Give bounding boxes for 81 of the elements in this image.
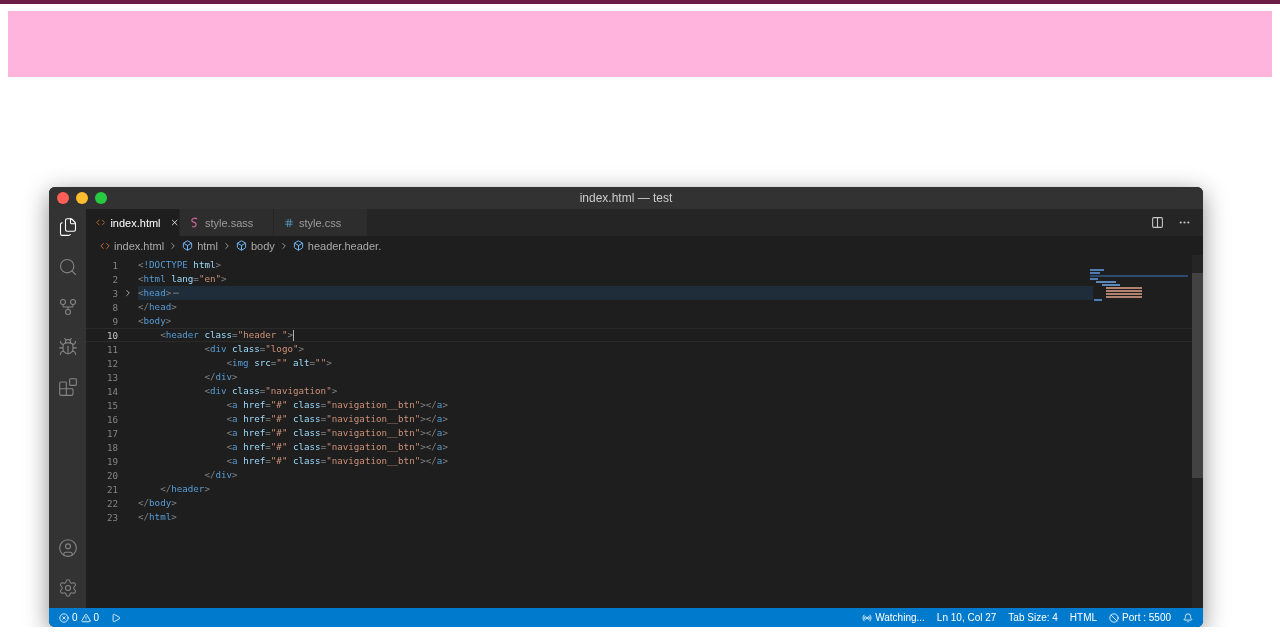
- fold-chevron-icon[interactable]: [123, 288, 133, 298]
- line-number: 23: [105, 511, 118, 523]
- error-icon: [59, 612, 69, 623]
- line-number: 1: [111, 259, 118, 271]
- code-line: <header class="header ">: [159, 329, 294, 340]
- line-number: 10: [105, 329, 118, 341]
- line-number: 2: [111, 273, 118, 285]
- status-item[interactable]: Ln 10, Col 27: [936, 612, 997, 623]
- line-number: 22: [105, 497, 118, 509]
- editor-tab[interactable]: index.html: [86, 209, 180, 236]
- fold-ellipsis-icon[interactable]: ⋯: [173, 287, 179, 298]
- code-line: <a href="#" class="navigation__btn"></a>: [225, 441, 448, 452]
- extensions-icon[interactable]: [57, 377, 78, 397]
- code-icon: [96, 217, 106, 228]
- close-icon[interactable]: [169, 217, 179, 228]
- search-icon[interactable]: [57, 257, 78, 277]
- code-line: <html lang="en">: [138, 273, 227, 284]
- line-number: 16: [105, 413, 118, 425]
- code-line: <img src="" alt="">: [225, 357, 332, 368]
- settings-icon[interactable]: [57, 578, 78, 598]
- line-number: 9: [111, 315, 118, 327]
- code-line: </head>: [138, 301, 177, 312]
- code-line: <div class="logo">: [203, 343, 305, 354]
- code-line: </div>: [203, 371, 238, 382]
- code-line: </html>: [138, 511, 177, 522]
- antenna-icon: [862, 612, 873, 623]
- account-icon[interactable]: [57, 538, 78, 558]
- code-line: </header>: [159, 483, 210, 494]
- play-icon[interactable]: [111, 612, 122, 623]
- line-number: 12: [105, 357, 118, 369]
- cube-icon: [235, 240, 247, 251]
- minimize-window-button[interactable]: [76, 192, 88, 204]
- zoom-window-button[interactable]: [95, 192, 107, 204]
- code-icon: [100, 240, 110, 251]
- notifications-icon[interactable]: [1183, 612, 1193, 623]
- window-title: index.html — test: [579, 191, 673, 205]
- line-number: 17: [105, 427, 118, 439]
- line-number: 3: [111, 287, 118, 299]
- minimap-drawing[interactable]: [1090, 269, 1190, 303]
- code-line: <a href="#" class="navigation__btn"></a>: [225, 399, 448, 410]
- breadcrumb-item[interactable]: header.header.: [307, 239, 382, 252]
- line-number: 19: [105, 455, 118, 467]
- problems-indicator[interactable]: 0 0: [59, 612, 100, 623]
- line-number: 13: [105, 371, 118, 383]
- code-line: <div class="navigation">: [203, 385, 338, 396]
- code-line: <body>: [138, 315, 172, 326]
- code-line: <a href="#" class="navigation__btn"></a>: [225, 455, 448, 466]
- line-number: 21: [105, 483, 118, 495]
- split-editor-icon[interactable]: [1151, 216, 1164, 229]
- close-window-button[interactable]: [57, 192, 69, 204]
- breadcrumb-item[interactable]: body: [250, 239, 275, 252]
- cube-icon: [292, 240, 304, 251]
- bug-icon[interactable]: [57, 337, 78, 357]
- line-number: 8: [111, 301, 118, 313]
- status-item[interactable]: Tab Size: 4: [1008, 612, 1058, 623]
- hash-icon: [284, 217, 294, 228]
- port-status[interactable]: Port : 5500: [1109, 612, 1171, 623]
- code-line: <a href="#" class="navigation__btn"></a>: [225, 413, 448, 424]
- line-number: 15: [105, 399, 118, 411]
- cube-icon: [182, 240, 194, 251]
- code-line: <!DOCTYPE html>: [138, 259, 222, 270]
- watching-status[interactable]: Watching...: [862, 612, 925, 623]
- sass-icon: [190, 217, 200, 228]
- line-number: 14: [105, 385, 118, 397]
- breadcrumb-item[interactable]: index.html: [114, 239, 165, 252]
- code-line: <head>: [138, 287, 172, 298]
- blocked-icon: [1109, 612, 1120, 623]
- code-line: </body>: [138, 497, 177, 508]
- editor-tab[interactable]: style.css: [274, 209, 368, 236]
- warning-icon: [80, 612, 91, 623]
- status-item[interactable]: HTML: [1069, 612, 1098, 623]
- breadcrumb-item[interactable]: html: [197, 239, 218, 252]
- scrollbar-thumb[interactable]: [1192, 273, 1203, 478]
- line-number: 18: [105, 441, 118, 453]
- code-line: <a href="#" class="navigation__btn"></a>: [225, 427, 448, 438]
- line-number: 20: [105, 469, 118, 481]
- source-control-icon[interactable]: [57, 297, 78, 317]
- editor-tab[interactable]: style.sass: [180, 209, 274, 236]
- files-icon[interactable]: [57, 217, 78, 237]
- code-line: </div>: [203, 469, 238, 480]
- line-number: 11: [105, 343, 118, 355]
